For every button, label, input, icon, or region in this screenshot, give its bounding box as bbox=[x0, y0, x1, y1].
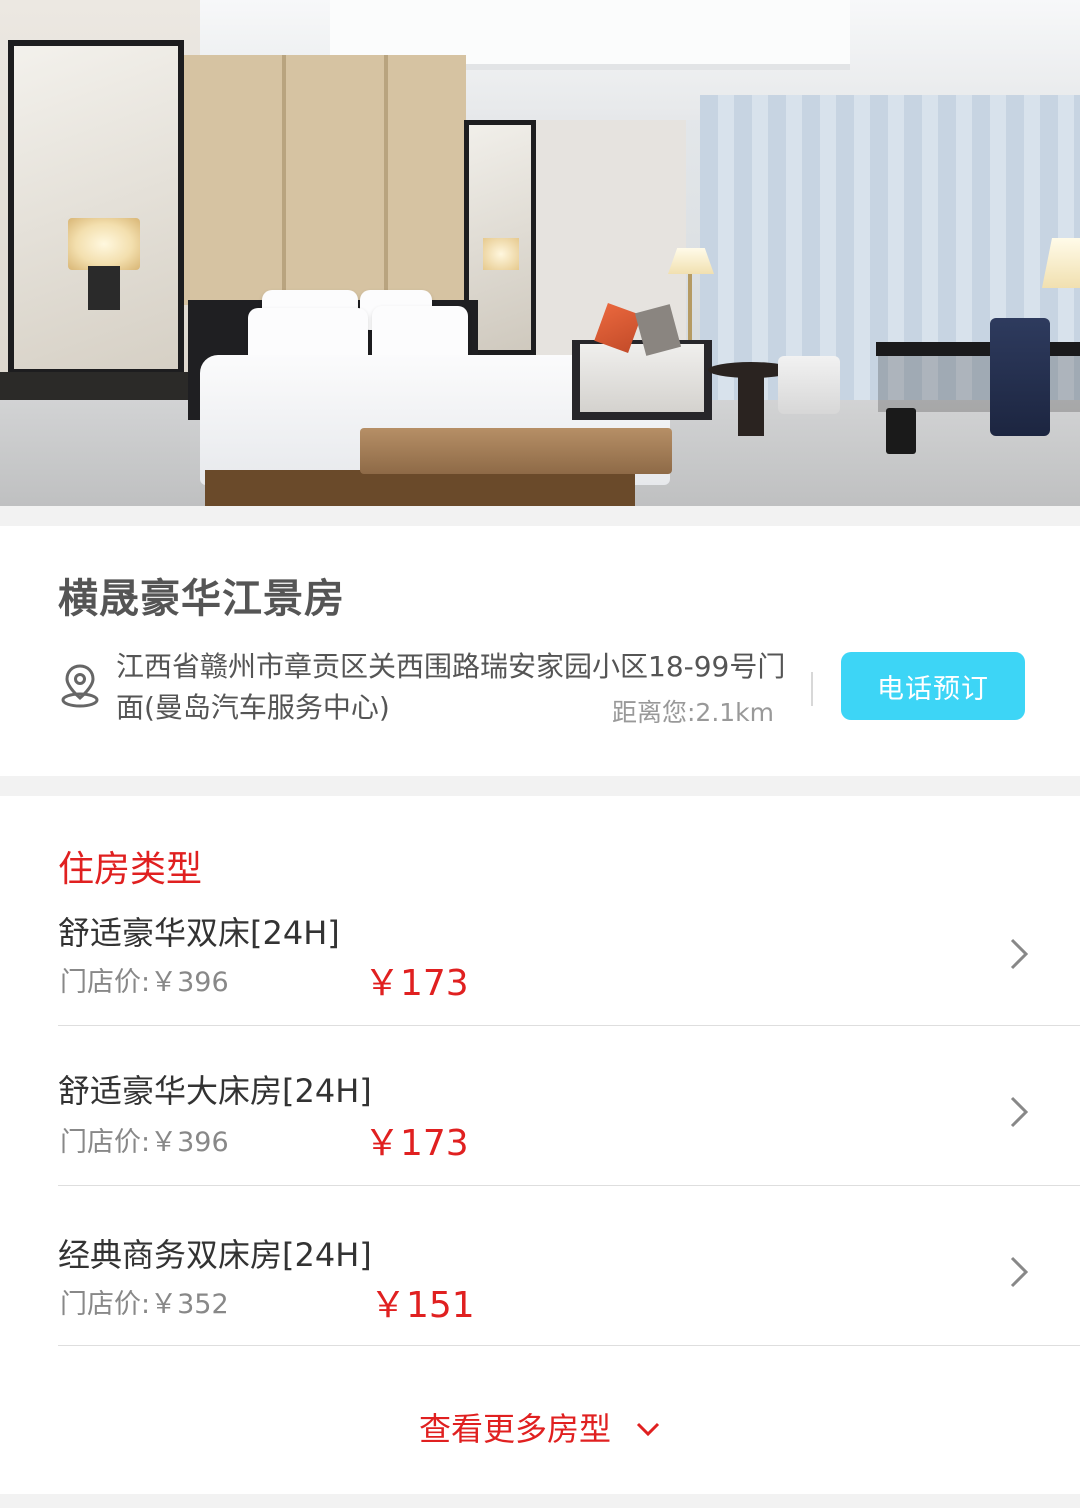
room-item[interactable]: 舒适豪华大床房[24H] 门店价:￥396 ￥173 bbox=[58, 1026, 1080, 1186]
view-more-rooms-button[interactable]: 查看更多房型 bbox=[0, 1402, 1080, 1452]
door-price: 门店价:￥396 bbox=[60, 967, 229, 998]
view-more-label: 查看更多房型 bbox=[418, 1410, 611, 1448]
divider bbox=[811, 672, 813, 706]
room-price: ￥151 bbox=[370, 1285, 475, 1326]
location-pin-icon bbox=[61, 664, 99, 708]
room-price: ￥173 bbox=[364, 963, 469, 1004]
room-item[interactable]: 经典商务双床房[24H] 门店价:￥352 ￥151 bbox=[58, 1186, 1080, 1346]
door-price: 门店价:￥352 bbox=[60, 1289, 229, 1320]
room-types-section: 住房类型 舒适豪华双床[24H] 门店价:￥396 ￥173 舒适豪华大床房[2… bbox=[0, 796, 1080, 1494]
room-name: 经典商务双床房[24H] bbox=[58, 1236, 372, 1274]
chevron-right-icon bbox=[1010, 1096, 1028, 1128]
room-price: ￥173 bbox=[364, 1123, 469, 1164]
hotel-title: 横晟豪华江景房 bbox=[58, 576, 345, 622]
call-booking-button[interactable]: 电话预订 bbox=[841, 652, 1025, 720]
room-photo bbox=[0, 0, 1080, 506]
door-price: 门店价:￥396 bbox=[60, 1127, 229, 1158]
distance-label: 距离您:2.1km bbox=[612, 698, 775, 727]
chevron-right-icon bbox=[1010, 938, 1028, 970]
room-name: 舒适豪华双床[24H] bbox=[58, 914, 340, 952]
chevron-right-icon bbox=[1010, 1256, 1028, 1288]
room-name: 舒适豪华大床房[24H] bbox=[58, 1072, 372, 1110]
room-item[interactable]: 舒适豪华双床[24H] 门店价:￥396 ￥173 bbox=[58, 866, 1080, 1026]
hotel-info-card: 横晟豪华江景房 江西省赣州市章贡区关西围路瑞安家园小区18-99号门面(曼岛汽车… bbox=[0, 526, 1080, 776]
chevron-down-icon bbox=[636, 1422, 660, 1437]
